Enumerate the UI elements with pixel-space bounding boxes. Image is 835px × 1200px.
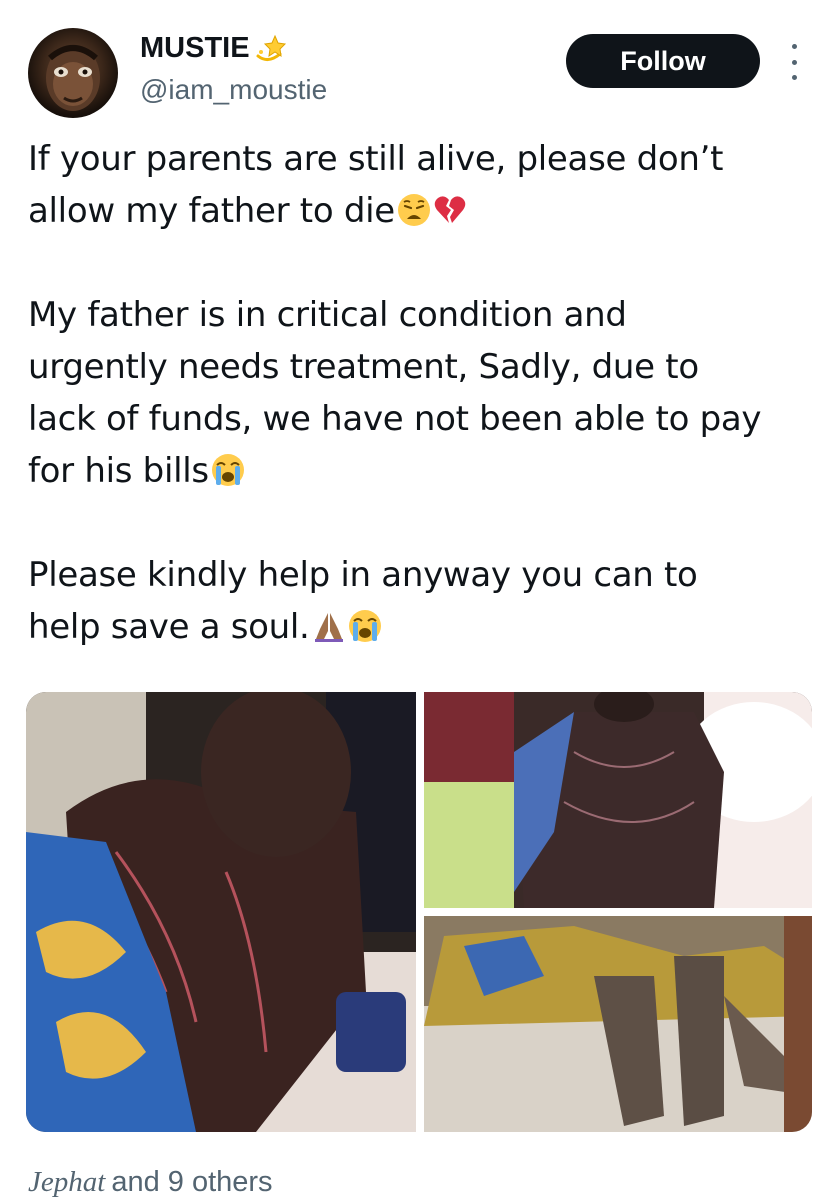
tweet-line-text: allow my father to die [28,191,395,231]
tweet-line: If your parents are still alive, please … [28,139,724,179]
weary-face-icon [397,194,430,226]
media-photo-2[interactable] [424,692,812,908]
more-dot [791,44,797,49]
tweet-paragraph: Please kindly help in anyway you can to … [28,549,828,653]
dizzy-star-icon [254,30,290,66]
more-vertical-icon[interactable] [784,44,804,80]
tweet-line: Please kindly help in anyway you can to [28,555,698,595]
more-dot [791,59,797,65]
tweet-line: urgently needs treatment, Sadly, due to [28,347,699,387]
avatar[interactable] [28,28,118,118]
user-handle[interactable]: @iam_moustie [140,72,327,108]
broken-heart-icon [434,196,466,223]
loudly-crying-face-icon [348,610,381,642]
display-name-text[interactable]: MUSTIE [140,30,250,66]
tweet-line-text: for his bills [28,451,209,491]
tweet-paragraph: If your parents are still alive, please … [28,133,828,237]
folded-hands-icon [314,613,343,642]
loudly-crying-face-icon [211,454,244,486]
liked-by-others[interactable]: and 9 others [111,1166,272,1198]
tweet-line-with-emoji: help save a soul. [28,601,828,653]
media-photo-3[interactable] [424,916,812,1132]
tweet-line: lack of funds, we have not been able to … [28,399,762,439]
display-name[interactable]: MUSTIE [140,30,290,66]
more-dot [791,75,797,80]
tweet-line-with-emoji: allow my father to die [28,185,828,237]
tweet-line-text: help save a soul. [28,607,310,647]
media-grid [26,692,812,1132]
tweet-header: MUSTIE @iam_moustie Follow [0,0,835,130]
tweet-line-with-emoji: for his bills [28,445,828,497]
tweet-text: If your parents are still alive, please … [28,133,828,653]
liked-by-summary[interactable]: Jephat and 9 others [28,1164,273,1200]
tweet-line: My father is in critical condition and [28,295,627,335]
tweet-paragraph: My father is in critical condition and u… [28,289,828,497]
media-photo-1[interactable] [26,692,416,1132]
liker-name[interactable]: Jephat [28,1166,105,1198]
follow-button[interactable]: Follow [566,34,760,88]
